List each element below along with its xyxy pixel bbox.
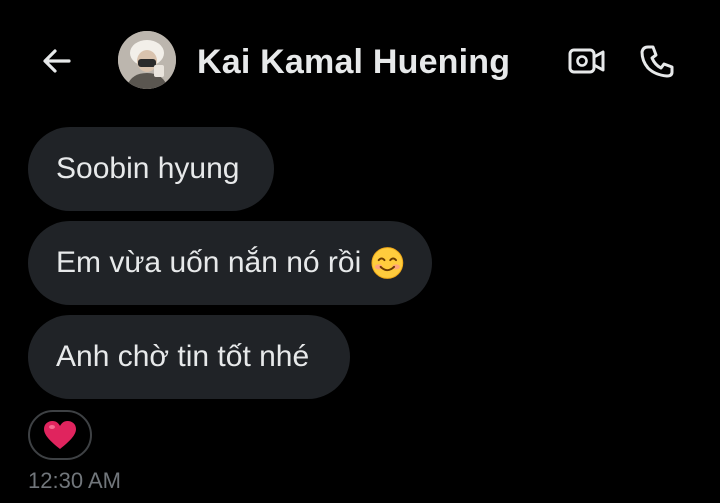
phone-call-icon <box>640 45 674 78</box>
back-button[interactable] <box>36 40 78 82</box>
arrow-left-icon <box>43 49 71 73</box>
avatar-photo <box>118 31 176 89</box>
reaction-badge[interactable] <box>28 410 92 460</box>
message-text: Soobin hyung <box>56 152 240 185</box>
avatar[interactable] <box>118 31 176 89</box>
message-timestamp: 12:30 AM <box>28 468 121 493</box>
message-bubble[interactable]: Soobin hyung <box>28 127 274 211</box>
contact-name[interactable]: Kai Kamal Huening <box>197 40 510 84</box>
message-bubble[interactable]: Em vừa uốn nắn nó rồi <box>28 221 432 305</box>
phone-call-button[interactable] <box>636 40 678 82</box>
message-text: Em vừa uốn nắn nó rồi <box>56 246 362 279</box>
message-text: Anh chờ tin tốt nhé <box>56 340 310 373</box>
message-bubble[interactable]: Anh chờ tin tốt nhé <box>28 315 350 399</box>
video-call-button[interactable] <box>566 42 608 80</box>
smiling-face-emoji-icon <box>371 247 404 279</box>
red-heart-icon <box>44 421 76 449</box>
conversation-header: Kai Kamal Huening <box>0 0 720 120</box>
video-call-icon <box>568 48 605 74</box>
